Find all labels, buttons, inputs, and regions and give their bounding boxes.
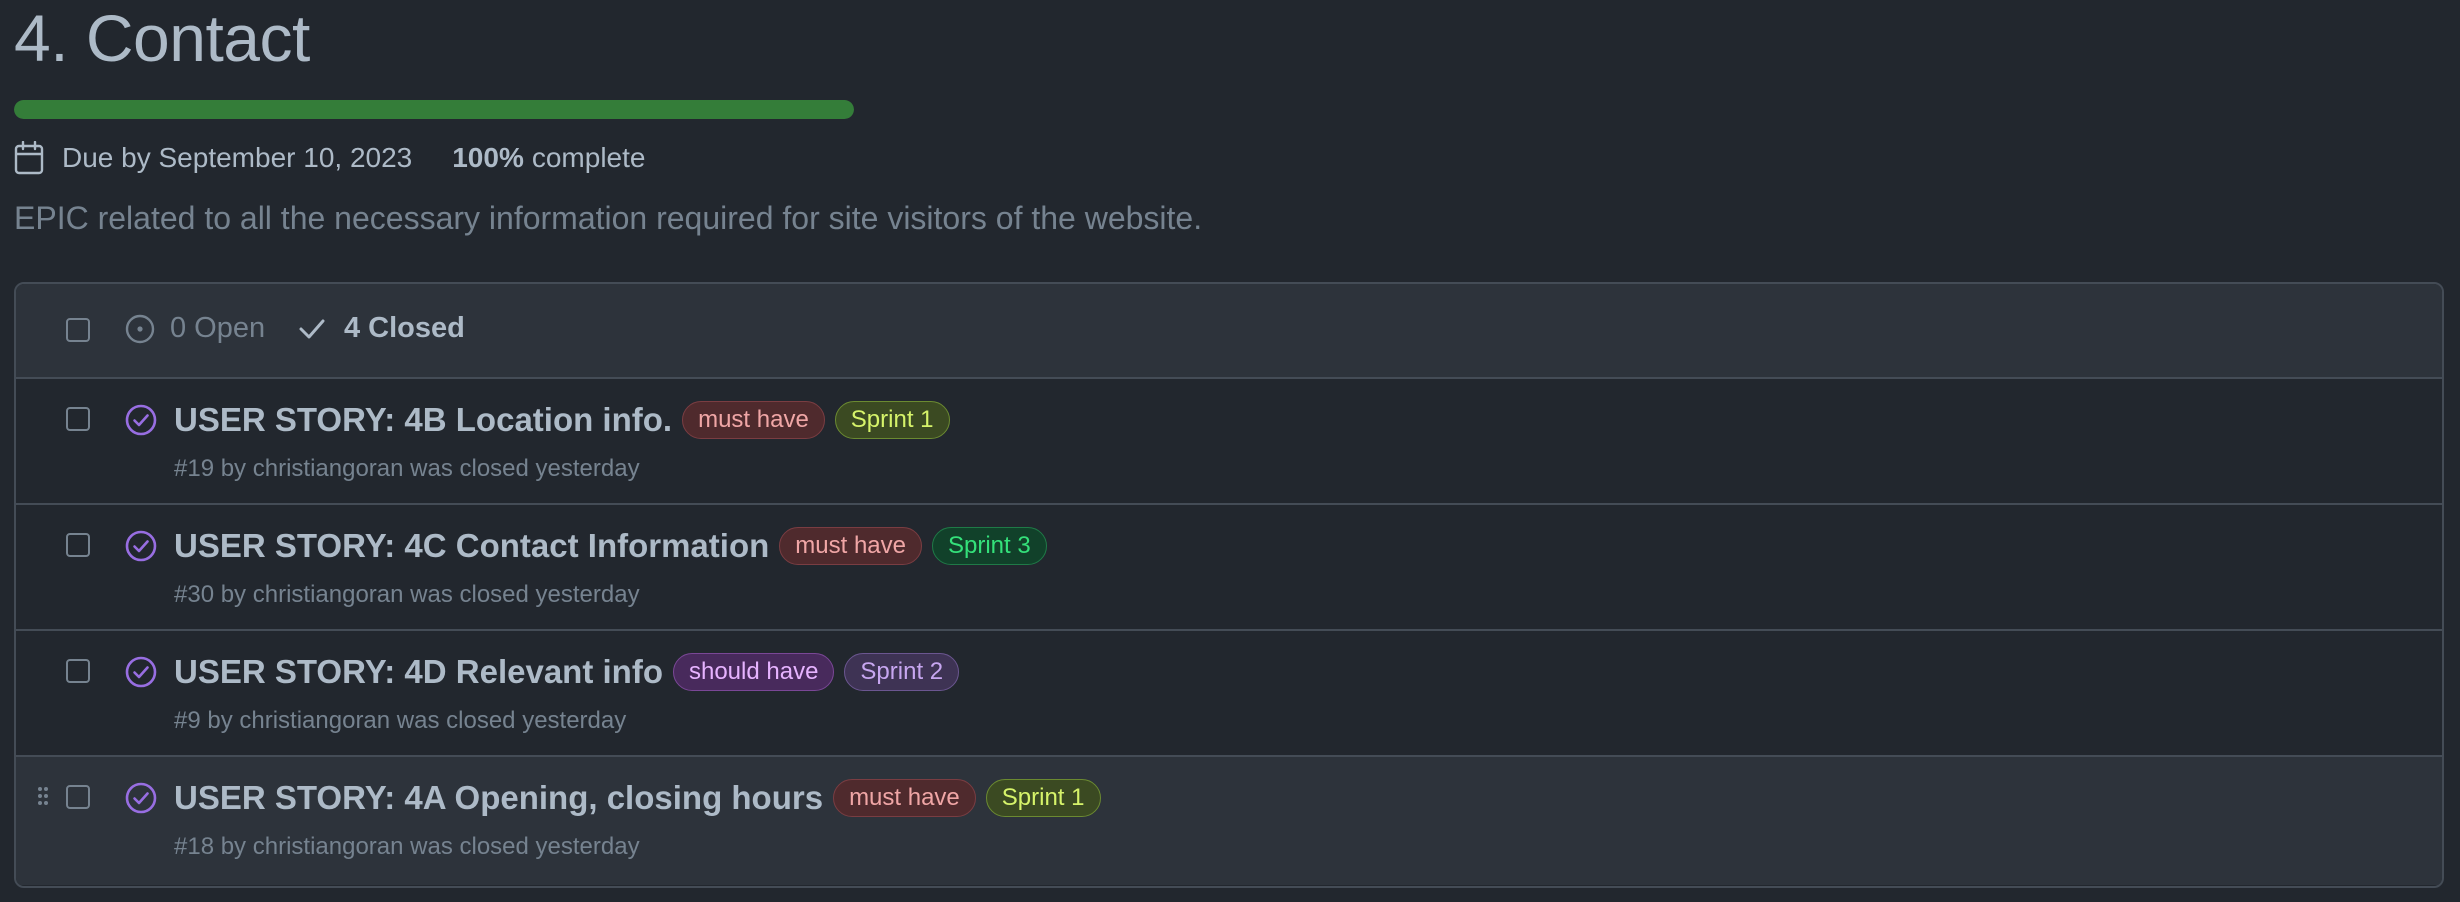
milestone-title: 4. Contact (14, 1, 310, 75)
open-count-label: 0 Open (170, 312, 266, 344)
issue-meta: #19 by christiangoran was closed yesterd… (174, 455, 640, 482)
calendar-icon (14, 141, 44, 175)
progress-bar-fill (14, 100, 854, 119)
issue-title-line: USER STORY: 4B Location info. must have … (174, 395, 950, 445)
issue-checkbox[interactable] (66, 533, 90, 557)
label-must-have[interactable]: must have (682, 401, 825, 439)
issue-row[interactable]: USER STORY: 4C Contact Information must … (16, 505, 2442, 631)
label-must-have[interactable]: must have (779, 527, 922, 565)
closed-issues-filter[interactable]: 4 Closed (298, 312, 465, 345)
drag-handle-icon[interactable] (36, 785, 50, 807)
issue-title-link[interactable]: USER STORY: 4A Opening, closing hours (174, 779, 823, 817)
issue-title-line: USER STORY: 4A Opening, closing hours mu… (174, 773, 1101, 823)
issue-title-link[interactable]: USER STORY: 4D Relevant info (174, 653, 663, 691)
label-sprint-3[interactable]: Sprint 3 (931, 527, 1047, 565)
label-must-have[interactable]: must have (833, 779, 976, 817)
issue-closed-icon (125, 530, 157, 562)
percent-complete-value: 100% (452, 142, 524, 173)
issue-row[interactable]: USER STORY: 4D Relevant info should have… (16, 631, 2442, 757)
due-date: Due by September 10, 2023 (62, 142, 413, 173)
progress-bar (14, 100, 854, 119)
label-sprint-1[interactable]: Sprint 1 (985, 779, 1101, 817)
issue-row[interactable]: USER STORY: 4B Location info. must have … (16, 379, 2442, 505)
open-issues-filter[interactable]: 0 Open (124, 312, 265, 345)
milestone-description: EPIC related to all the necessary inform… (14, 200, 1203, 236)
issue-row[interactable]: USER STORY: 4A Opening, closing hours mu… (16, 757, 2442, 885)
issue-open-icon (125, 314, 155, 343)
issue-closed-icon (125, 782, 157, 814)
milestone-meta: Due by September 10, 2023 100% complete (14, 138, 645, 178)
select-all-checkbox[interactable] (66, 318, 90, 342)
issue-closed-icon (125, 404, 157, 436)
issue-list: 0 Open 4 Closed USER STORY: 4B Location … (14, 282, 2444, 888)
issue-list-header: 0 Open 4 Closed (16, 284, 2442, 379)
milestone-page: 4. Contact Due by September 10, 2023 100… (0, 0, 2460, 902)
label-sprint-2[interactable]: Sprint 2 (844, 653, 960, 691)
issue-meta: #18 by christiangoran was closed yesterd… (174, 833, 640, 860)
issue-checkbox[interactable] (66, 785, 90, 809)
issue-title-link[interactable]: USER STORY: 4C Contact Information (174, 527, 769, 565)
issue-title-line: USER STORY: 4D Relevant info should have… (174, 647, 960, 697)
issue-checkbox[interactable] (66, 407, 90, 431)
check-icon (299, 319, 325, 338)
issue-meta: #9 by christiangoran was closed yesterda… (174, 707, 627, 734)
issue-checkbox[interactable] (66, 659, 90, 683)
label-sprint-1[interactable]: Sprint 1 (834, 401, 950, 439)
issue-title-line: USER STORY: 4C Contact Information must … (174, 521, 1047, 571)
issue-meta: #30 by christiangoran was closed yesterd… (174, 581, 640, 608)
issue-closed-icon (125, 656, 157, 688)
label-should-have[interactable]: should have (672, 653, 835, 691)
issue-title-link[interactable]: USER STORY: 4B Location info. (174, 401, 672, 439)
closed-count-label: 4 Closed (344, 312, 465, 344)
percent-complete-label: complete (531, 142, 646, 173)
